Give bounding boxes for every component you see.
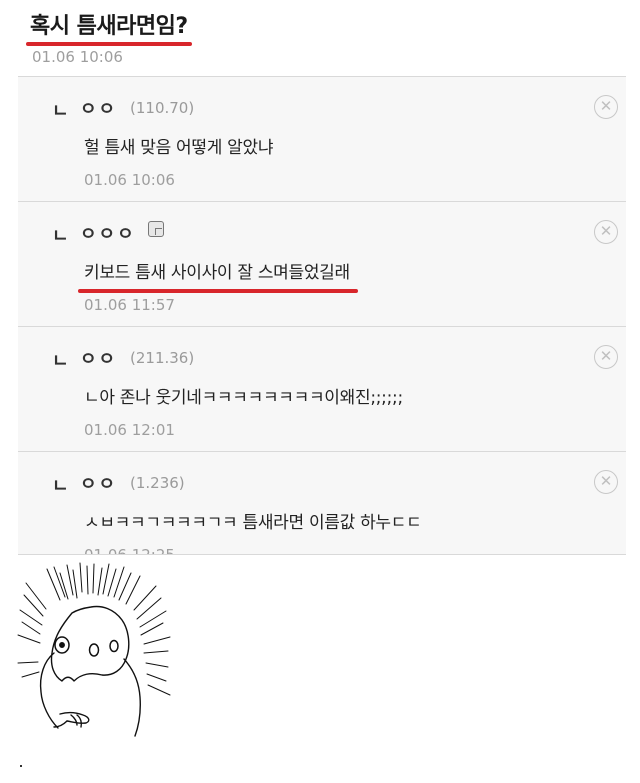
highlighted-comment: 키보드 틈새 사이사이 잘 스며들었길래 [78,258,358,293]
note-icon [148,221,164,237]
post-time: 01.06 10:06 [32,48,123,66]
highlight-underline [78,289,358,293]
stray-dot [20,765,22,767]
comment-text: ㄴ아 존나 웃기네ㅋㅋㅋㅋㅋㅋㅋㅋ이왜진;;;;;; [84,388,403,408]
reply-indicator: ㄴ [52,351,69,372]
comment-ip: (110.70) [130,99,195,117]
comment-ip: (211.36) [130,349,195,367]
comment-time: 01.06 12:01 [84,421,175,439]
close-circle-icon[interactable]: ✕ [594,95,618,119]
comment-text: 키보드 틈새 사이사이 잘 스며들었길래 [84,263,350,283]
comment-nickname[interactable]: ㅇㅇ [80,95,117,121]
comment-time: 01.06 10:06 [84,171,175,189]
comment-nickname[interactable]: ㅇㅇ [80,470,117,496]
comment-text: ㅅㅂㅋㅋㄱㅋㅋㅋㄱㅋ 틈새라면 이름값 하누ㄷㄷ [84,513,422,533]
highlight-underline [26,42,192,46]
comment-list: ㄴ ㅇㅇ (110.70) ✕ 헐 틈새 맞음 어떻게 알았냐 01.06 10… [18,76,626,555]
comment-item: ㄴ ㅇㅇ (1.236) ✕ ㅅㅂㅋㅋㄱㅋㅋㅋㄱㅋ 틈새라면 이름값 하누ㄷㄷ … [18,452,626,555]
comment-text: 헐 틈새 맞음 어떻게 알았냐 [84,138,274,158]
post-title-text: 혹시 틈새라면임? [30,14,188,39]
comment-item: ㄴ ㅇㅇ (110.70) ✕ 헐 틈새 맞음 어떻게 알았냐 01.06 10… [18,77,626,202]
comment-time: 01.06 12:25 [84,546,175,555]
comment-ip: (1.236) [130,474,185,492]
reply-indicator: ㄴ [52,226,69,247]
close-circle-icon[interactable]: ✕ [594,345,618,369]
comment-item: ㄴ ㅇㅇㅇ ✕ 키보드 틈새 사이사이 잘 스며들었길래 01.06 11:57 [18,202,626,327]
comment-text-wrapper: 키보드 틈새 사이사이 잘 스며들었길래 [78,258,358,293]
comment-nickname[interactable]: ㅇㅇㅇ [80,220,136,246]
close-circle-icon[interactable]: ✕ [594,220,618,244]
comment-time: 01.06 11:57 [84,296,175,314]
comment-nickname[interactable]: ㅇㅇ [80,345,117,371]
close-circle-icon[interactable]: ✕ [594,470,618,494]
reply-indicator: ㄴ [52,101,69,122]
post-header: 혹시 틈새라면임? 01.06 10:06 [26,4,626,66]
surprised-sketch-illustration [17,562,171,737]
comment-item: ㄴ ㅇㅇ (211.36) ✕ ㄴ아 존나 웃기네ㅋㅋㅋㅋㅋㅋㅋㅋ이왜진;;;;… [18,327,626,452]
post-title[interactable]: 혹시 틈새라면임? [26,4,192,46]
reply-indicator: ㄴ [52,476,69,497]
